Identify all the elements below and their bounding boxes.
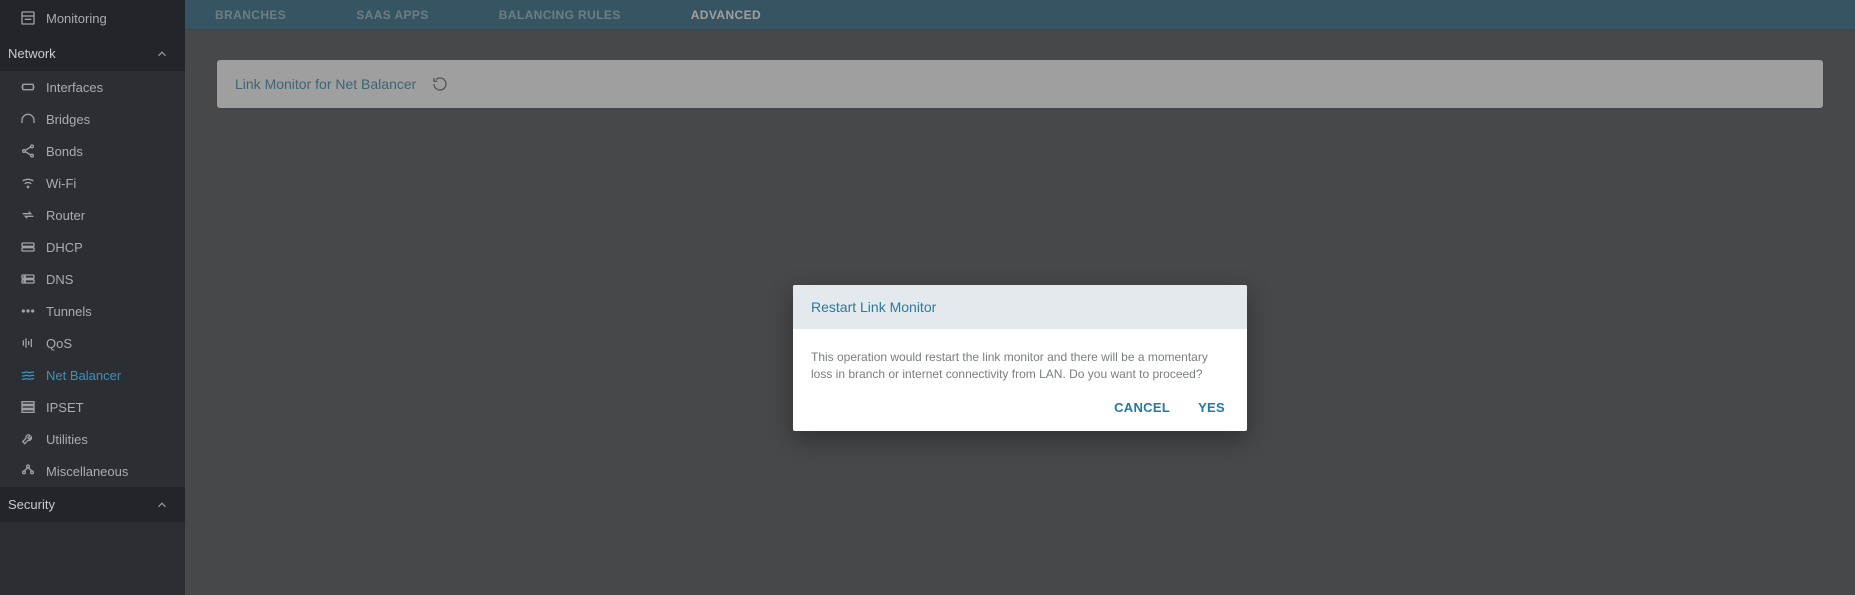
sidebar-item-dns[interactable]: DNS [0,263,185,295]
sidebar-item-bridges[interactable]: Bridges [0,103,185,135]
sidebar-top-label: Monitoring [46,11,107,26]
ipset-icon [20,399,36,415]
sidebar-item-qos[interactable]: QoS [0,327,185,359]
sidebar-item-router[interactable]: Router [0,199,185,231]
misc-icon [20,463,36,479]
sidebar-section-security[interactable]: Security [0,487,185,522]
dialog-title: Restart Link Monitor [793,285,1247,329]
sidebar-item-interfaces[interactable]: Interfaces [0,71,185,103]
sidebar-item-ipset[interactable]: IPSET [0,391,185,423]
sidebar-item-monitoring[interactable]: Monitoring [0,0,185,36]
tunnels-icon [20,303,36,319]
sidebar-item-dhcp[interactable]: DHCP [0,231,185,263]
netbalancer-icon [20,367,36,383]
sidebar-item-net-balancer[interactable]: Net Balancer [0,359,185,391]
chevron-up-icon [155,498,169,512]
cancel-button[interactable]: CANCEL [1114,400,1170,415]
sidebar-item-tunnels[interactable]: Tunnels [0,295,185,327]
utilities-icon [20,431,36,447]
chevron-up-icon [155,47,169,61]
sidebar-item-utilities[interactable]: Utilities [0,423,185,455]
sidebar: Monitoring Network Interfaces Bridges Bo… [0,0,185,595]
dialog-actions: CANCEL YES [793,392,1247,431]
bridges-icon [20,111,36,127]
dns-icon [20,271,36,287]
sidebar-section-network[interactable]: Network [0,36,185,71]
sidebar-item-miscellaneous[interactable]: Miscellaneous [0,455,185,487]
wifi-icon [20,175,36,191]
yes-button[interactable]: YES [1198,400,1225,415]
dialog-body: This operation would restart the link mo… [793,329,1247,392]
qos-icon [20,335,36,351]
sidebar-item-wifi[interactable]: Wi-Fi [0,167,185,199]
restart-link-monitor-dialog: Restart Link Monitor This operation woul… [793,285,1247,431]
bonds-icon [20,143,36,159]
dhcp-icon [20,239,36,255]
interfaces-icon [20,79,36,95]
sidebar-item-bonds[interactable]: Bonds [0,135,185,167]
monitoring-icon [20,10,36,26]
router-icon [20,207,36,223]
